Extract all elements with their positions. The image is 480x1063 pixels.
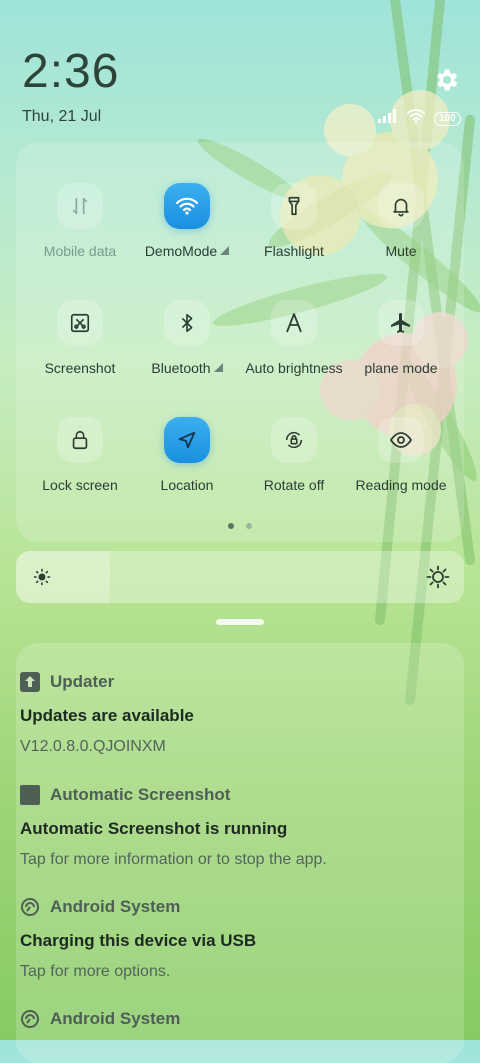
tile-label-text: Mobile data <box>43 243 117 259</box>
tile-label-text: Auto brightness <box>245 360 343 376</box>
clock-time: 2:36 <box>22 45 120 98</box>
notification-app-header: Automatic Screenshot <box>20 785 440 805</box>
tile-label: Screenshot <box>26 360 134 376</box>
eye-icon <box>378 417 424 463</box>
notification-item[interactable]: Android System Charging this device via U… <box>20 897 440 981</box>
airplane-icon <box>378 300 424 346</box>
app-square-icon <box>20 785 40 805</box>
drag-handle[interactable] <box>216 619 264 625</box>
tile-label-text: Screenshot <box>44 360 116 376</box>
lock-icon <box>57 417 103 463</box>
notification-app-name: Automatic Screenshot <box>50 785 231 804</box>
notification-app-header: Updater <box>20 672 440 692</box>
notification-app-header: Android System <box>20 897 440 917</box>
flashlight-icon <box>271 183 317 229</box>
tile-label: plane mode <box>347 360 455 376</box>
brightness-slider[interactable] <box>16 551 464 603</box>
tile-bluetooth[interactable]: Bluetooth <box>133 300 241 376</box>
tile-label: Lock screen <box>26 477 134 493</box>
notification-text: Tap for more options. <box>20 963 171 980</box>
tile-label-text: Lock screen <box>42 477 118 493</box>
rotate-lock-icon <box>271 417 317 463</box>
page-indicator <box>228 523 252 529</box>
wifi-icon <box>164 183 210 229</box>
android-system-icon <box>20 1009 40 1029</box>
notification-item[interactable]: Automatic Screenshot Automatic Screenshot… <box>20 785 440 869</box>
notification-title: Updates are available <box>20 706 194 725</box>
notification-text: V12.0.8.0.QJOINXM <box>20 738 166 755</box>
tile-label: Bluetooth <box>133 360 241 376</box>
tile-label: Rotate off <box>240 477 348 493</box>
tile-label-text: Bluetooth <box>151 360 211 376</box>
notification-app-header: Android System <box>20 1009 440 1029</box>
tile-label: Mute <box>347 243 455 259</box>
tile-mute[interactable]: Mute <box>347 183 455 259</box>
tile-screenshot[interactable]: Screenshot <box>26 300 134 376</box>
tile-location[interactable]: Location <box>133 417 241 493</box>
expand-arrow-icon[interactable] <box>220 246 230 255</box>
tile-label: Mobile data <box>26 243 134 259</box>
notification-item[interactable]: Updater Updates are available V12.0.8.0.QJ… <box>20 672 440 756</box>
tile-label-text: Rotate off <box>263 477 325 493</box>
tile-lock-screen[interactable]: Lock screen <box>26 417 134 493</box>
notification-app-name: Updater <box>50 672 115 691</box>
brightness-low-icon <box>32 567 52 592</box>
date-label: Thu, 21 Jul <box>22 108 102 125</box>
tile-auto-brightness[interactable]: Auto brightness <box>240 300 348 376</box>
screenshot-icon <box>57 300 103 346</box>
tile-label: DemoMode <box>133 243 241 259</box>
android-system-icon <box>20 897 40 917</box>
tile-demomode[interactable]: DemoMode <box>133 183 241 259</box>
notification-app-name: Android System <box>50 1009 181 1028</box>
tile-label-text: plane mode <box>364 360 438 376</box>
mobile-data-icon <box>57 183 103 229</box>
tile-plane-mode[interactable]: plane mode <box>347 300 455 376</box>
page-dot <box>228 523 234 529</box>
tile-reading-mode[interactable]: Reading mode <box>347 417 455 493</box>
tile-label-text: DemoMode <box>144 243 218 259</box>
tile-label: Flashlight <box>240 243 348 259</box>
tile-label-text: Reading mode <box>355 477 447 493</box>
battery-indicator: 100 <box>434 111 461 126</box>
bluetooth-icon <box>164 300 210 346</box>
tile-rotate-off[interactable]: Rotate off <box>240 417 348 493</box>
notification-app-name: Android System <box>50 897 181 916</box>
tile-flashlight[interactable]: Flashlight <box>240 183 348 259</box>
page-dot <box>246 523 252 529</box>
expand-arrow-icon[interactable] <box>213 363 223 372</box>
settings-gear-icon[interactable] <box>432 66 460 94</box>
bell-icon <box>378 183 424 229</box>
tile-label: Auto brightness <box>240 360 348 376</box>
notification-title: Automatic Screenshot is running <box>20 819 288 838</box>
notification-title: Charging this device via USB <box>20 931 257 950</box>
tile-label-text: Location <box>160 477 214 493</box>
brightness-fill <box>16 551 111 603</box>
wifi-status-icon <box>406 108 426 129</box>
signal-icon <box>378 109 398 128</box>
system-status-icons: 100 <box>378 108 461 129</box>
tile-label-text: Flashlight <box>264 243 324 259</box>
tile-label: Reading mode <box>347 477 455 493</box>
notification-text: Tap for more information or to stop the … <box>20 851 327 868</box>
tile-mobile-data[interactable]: Mobile data <box>26 183 134 259</box>
location-icon <box>164 417 210 463</box>
brightness-high-icon <box>426 565 450 594</box>
updater-icon <box>20 672 40 692</box>
tile-label-text: Mute <box>385 243 417 259</box>
auto-brightness-icon <box>271 300 317 346</box>
tile-label: Location <box>133 477 241 493</box>
notification-item[interactable]: Android System <box>20 1009 440 1029</box>
